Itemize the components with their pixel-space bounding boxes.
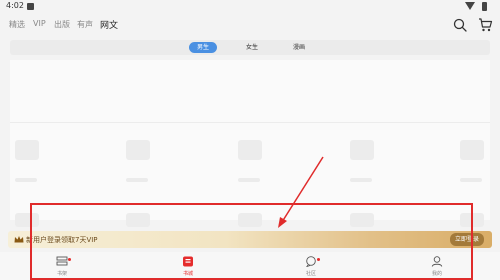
tab-vip[interactable]: VIP xyxy=(33,19,46,28)
book-placeholder xyxy=(126,213,150,227)
book-placeholder xyxy=(15,140,39,160)
book-placeholder xyxy=(350,213,374,227)
battery-icon xyxy=(482,2,487,11)
notification-dot xyxy=(317,258,320,261)
book-placeholder xyxy=(15,213,39,227)
tab-featured[interactable]: 精选 xyxy=(9,19,25,30)
book-placeholder xyxy=(350,140,374,160)
text-placeholder xyxy=(15,178,37,182)
text-placeholder xyxy=(126,178,148,182)
tab-male[interactable]: 男生 xyxy=(189,42,218,53)
bookshelf-icon xyxy=(56,256,68,266)
nav-label: 书城 xyxy=(182,271,193,277)
search-icon[interactable] xyxy=(453,18,467,32)
book-placeholder xyxy=(238,213,262,227)
text-placeholder xyxy=(238,178,260,182)
nav-bookstore[interactable]: 书城 xyxy=(168,256,208,278)
tab-comics[interactable]: 漫画 xyxy=(285,42,313,53)
bottom-nav: 书架 书城 社区 我的 xyxy=(0,252,500,280)
nav-community[interactable]: 社区 xyxy=(291,256,331,278)
nav-bookshelf[interactable]: 书架 xyxy=(42,256,82,278)
nav-label: 我的 xyxy=(431,271,442,277)
tab-publish[interactable]: 出版 xyxy=(54,19,70,30)
community-icon xyxy=(306,256,316,267)
bookstore-icon xyxy=(183,256,193,267)
category-tabs: 男生 女生 漫画 xyxy=(10,40,490,55)
nav-label: 社区 xyxy=(305,271,316,277)
tab-audio[interactable]: 有声 xyxy=(77,19,93,30)
book-placeholder xyxy=(238,140,262,160)
vip-promo-text: 新用户登录领取7天VIP xyxy=(26,236,98,244)
book-placeholder xyxy=(460,213,484,227)
nav-profile[interactable]: 我的 xyxy=(417,256,457,278)
tab-female[interactable]: 女生 xyxy=(238,42,266,53)
nav-label: 书架 xyxy=(56,271,67,277)
book-placeholder xyxy=(460,140,484,160)
profile-icon xyxy=(431,256,443,267)
notification-icon xyxy=(27,3,34,10)
cart-icon[interactable] xyxy=(477,17,493,33)
wifi-icon xyxy=(465,2,475,10)
status-time: 4:02 xyxy=(6,1,24,10)
book-placeholder xyxy=(126,140,150,160)
vip-promo-banner[interactable]: 新用户登录领取7天VIP 立即登录 xyxy=(8,231,492,248)
status-bar: 4:02 xyxy=(0,0,500,14)
notification-dot xyxy=(68,258,71,261)
crown-icon xyxy=(14,236,24,243)
login-button[interactable]: 立即登录 xyxy=(449,233,484,246)
text-placeholder xyxy=(350,178,372,182)
divider xyxy=(10,122,490,123)
top-nav: 精选 VIP 出版 有声 网文 xyxy=(0,14,500,36)
tab-web-novel[interactable]: 网文 xyxy=(100,18,118,31)
text-placeholder xyxy=(460,178,482,182)
